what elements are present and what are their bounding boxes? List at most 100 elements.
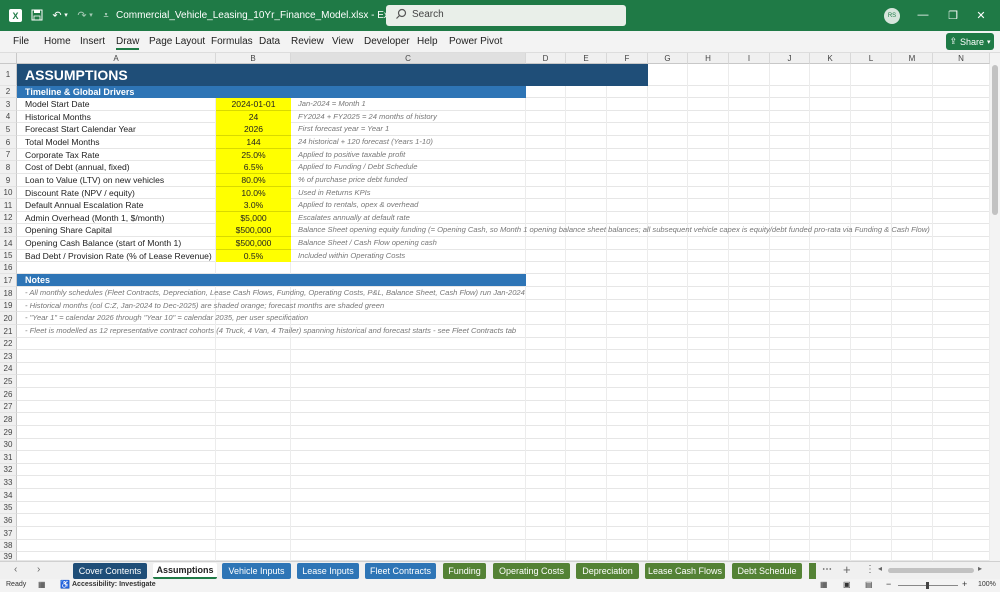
- assumption-value[interactable]: 10.0%: [216, 187, 291, 199]
- zoom-out-icon[interactable]: −: [886, 579, 891, 589]
- restore-icon[interactable]: ❐: [943, 6, 963, 24]
- row-header-12[interactable]: 12: [0, 212, 17, 224]
- row-header-7[interactable]: 7: [0, 149, 17, 161]
- horizontal-scrollbar[interactable]: ◂ ▸: [878, 564, 986, 575]
- accessibility-status[interactable]: Accessibility: Investigate: [72, 581, 156, 588]
- row-header-20[interactable]: 20: [0, 312, 17, 325]
- assumption-note[interactable]: Applied to positive taxable profit: [298, 149, 405, 161]
- assumption-note[interactable]: Escalates annually at default rate: [298, 212, 410, 224]
- sheet-tab-lease-cash-flows[interactable]: Lease Cash Flows: [645, 563, 725, 579]
- normal-view-icon[interactable]: ▦: [820, 580, 828, 589]
- assumption-label[interactable]: Bad Debt / Provision Rate (% of Lease Re…: [25, 250, 212, 262]
- column-header-e[interactable]: E: [566, 53, 607, 64]
- assumption-label[interactable]: Cost of Debt (annual, fixed): [25, 161, 130, 173]
- sheet-tab-assumptions[interactable]: Assumptions: [153, 563, 217, 579]
- sheet-tab-operating-costs[interactable]: Operating Costs: [493, 563, 570, 579]
- menu-review[interactable]: Review: [291, 36, 324, 47]
- row-header-32[interactable]: 32: [0, 464, 17, 476]
- assumption-label[interactable]: Discount Rate (NPV / equity): [25, 187, 135, 199]
- assumption-note[interactable]: 24 historical + 120 forecast (Years 1-10…: [298, 136, 433, 148]
- row-header-22[interactable]: 22: [0, 338, 17, 350]
- accessibility-icon[interactable]: ♿: [60, 580, 70, 589]
- row-header-3[interactable]: 3: [0, 98, 17, 111]
- column-header-g[interactable]: G: [648, 53, 688, 64]
- more-sheets-icon[interactable]: ⋯: [822, 564, 832, 575]
- worksheet-grid[interactable]: ABCDEFGHIJKLMN 1 2 3 4 5 6 7 8 9 10 11 12 13 14 15 16 17…: [0, 53, 1000, 561]
- column-header-f[interactable]: F: [607, 53, 648, 64]
- row-header-38[interactable]: 38: [0, 540, 17, 552]
- assumption-value[interactable]: 2024-01-01: [216, 98, 291, 110]
- sheet-tab-depreciation[interactable]: Depreciation: [576, 563, 639, 579]
- zoom-in-icon[interactable]: +: [962, 579, 967, 589]
- assumption-label[interactable]: Model Start Date: [25, 98, 89, 110]
- row-header-21[interactable]: 21: [0, 325, 17, 338]
- close-icon[interactable]: ✕: [971, 6, 991, 24]
- column-header-d[interactable]: D: [526, 53, 566, 64]
- page-layout-view-icon[interactable]: ▣: [843, 580, 851, 589]
- menu-draw[interactable]: Draw: [116, 36, 140, 50]
- column-header-j[interactable]: J: [770, 53, 810, 64]
- menu-data[interactable]: Data: [259, 36, 280, 47]
- row-header-25[interactable]: 25: [0, 375, 17, 388]
- add-sheet-icon[interactable]: +: [843, 562, 851, 577]
- row-header-24[interactable]: 24: [0, 363, 17, 375]
- sheet-tab-overflow[interactable]: [809, 563, 816, 579]
- customize-toolbar-icon[interactable]: ⩡: [99, 8, 113, 22]
- assumption-note[interactable]: FY2024 + FY2025 = 24 months of history: [298, 111, 437, 123]
- assumption-value[interactable]: $500,000: [216, 237, 291, 249]
- sheet-tab-fleet-contracts[interactable]: Fleet Contracts: [365, 563, 436, 579]
- sheet-tab-lease-inputs[interactable]: Lease Inputs: [297, 563, 359, 579]
- column-header-k[interactable]: K: [810, 53, 851, 64]
- row-header-2[interactable]: 2: [0, 86, 17, 98]
- redo-dropdown-icon[interactable]: ▾: [87, 8, 95, 22]
- row-header-18[interactable]: 18: [0, 287, 17, 300]
- save-icon[interactable]: [30, 8, 44, 22]
- assumption-note[interactable]: % of purchase price debt funded: [298, 174, 407, 186]
- assumption-value[interactable]: 6.5%: [216, 161, 291, 173]
- avatar[interactable]: RS: [884, 8, 900, 24]
- vertical-scroll-thumb[interactable]: [992, 65, 998, 215]
- scroll-left-icon[interactable]: ◂: [878, 564, 882, 573]
- row-header-1[interactable]: 1: [0, 64, 17, 86]
- column-header-h[interactable]: H: [688, 53, 729, 64]
- row-header-10[interactable]: 10: [0, 187, 17, 199]
- row-header-37[interactable]: 37: [0, 527, 17, 540]
- row-header-34[interactable]: 34: [0, 489, 17, 502]
- note-line[interactable]: - All monthly schedules (Fleet Contracts…: [25, 287, 525, 299]
- row-header-27[interactable]: 27: [0, 401, 17, 413]
- menu-insert[interactable]: Insert: [80, 36, 105, 47]
- select-all-corner[interactable]: [0, 53, 17, 64]
- tab-options-icon[interactable]: ⋮: [865, 564, 875, 575]
- menu-home[interactable]: Home: [44, 36, 71, 47]
- row-header-31[interactable]: 31: [0, 451, 17, 464]
- row-header-23[interactable]: 23: [0, 350, 17, 363]
- menu-developer[interactable]: Developer: [364, 36, 410, 47]
- column-header-b[interactable]: B: [216, 53, 291, 64]
- row-header-35[interactable]: 35: [0, 502, 17, 514]
- tab-scroll-left-icon[interactable]: ‹: [14, 564, 17, 575]
- note-line[interactable]: - "Year 1" = calendar 2026 through "Year…: [25, 312, 525, 324]
- assumption-label[interactable]: Opening Share Capital: [25, 224, 112, 236]
- column-header-n[interactable]: N: [933, 53, 990, 64]
- menu-view[interactable]: View: [332, 36, 354, 47]
- assumption-note[interactable]: Applied to Funding / Debt Schedule: [298, 161, 417, 173]
- share-button[interactable]: ⇪ Share ▾: [946, 33, 994, 50]
- undo-dropdown-icon[interactable]: ▾: [62, 8, 70, 22]
- assumption-note[interactable]: Used in Returns KPIs: [298, 187, 371, 199]
- row-header-9[interactable]: 9: [0, 174, 17, 187]
- row-header-4[interactable]: 4: [0, 111, 17, 123]
- menu-help[interactable]: Help: [417, 36, 438, 47]
- menu-formulas[interactable]: Formulas: [211, 36, 253, 47]
- assumption-label[interactable]: Total Model Months: [25, 136, 100, 148]
- sheet-tab-funding[interactable]: Funding: [443, 563, 486, 579]
- tab-scroll-right-icon[interactable]: ›: [37, 564, 40, 575]
- horizontal-scroll-thumb[interactable]: [888, 568, 974, 573]
- assumption-value[interactable]: 144: [216, 136, 291, 148]
- assumption-value[interactable]: 25.0%: [216, 149, 291, 161]
- row-header-39[interactable]: 39: [0, 552, 17, 561]
- column-header-c[interactable]: C: [291, 53, 526, 64]
- sheet-tab-debt-schedule[interactable]: Debt Schedule: [732, 563, 802, 579]
- macro-record-icon[interactable]: ▦: [38, 580, 46, 589]
- assumption-value[interactable]: $500,000: [216, 224, 291, 236]
- column-header-l[interactable]: L: [851, 53, 892, 64]
